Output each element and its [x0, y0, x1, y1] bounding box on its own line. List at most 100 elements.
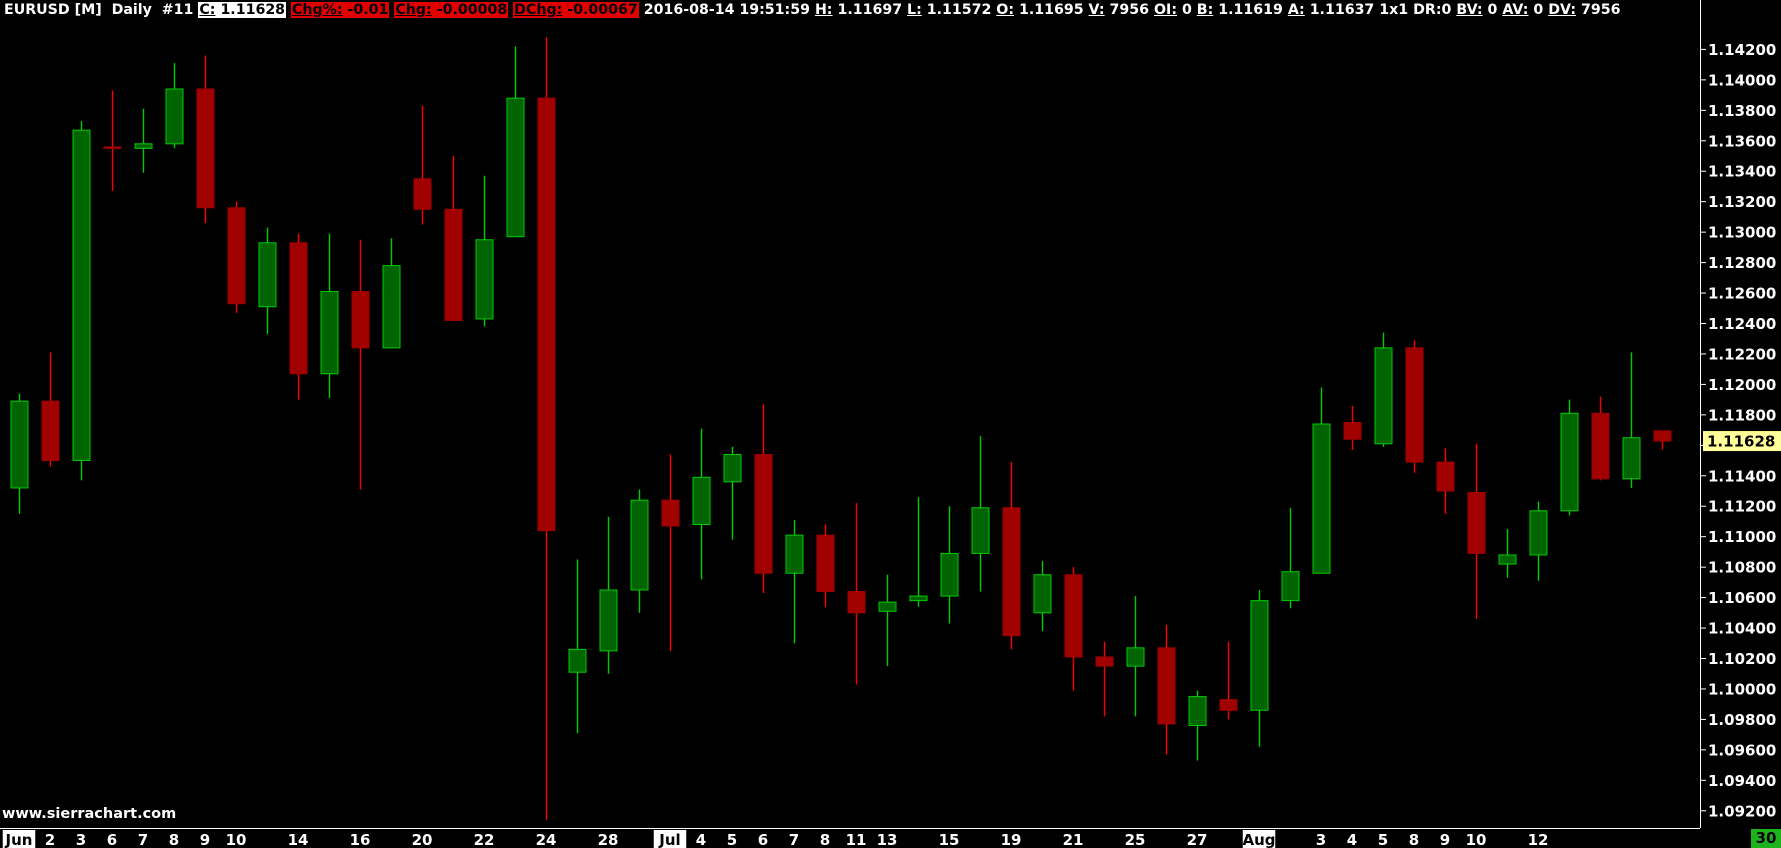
symbol-label[interactable]: EURUSD [M] — [4, 2, 102, 18]
last-price-label: 1.11628 — [1707, 433, 1775, 451]
time-tick-label: 20 — [412, 831, 433, 848]
candle-body — [940, 552, 959, 597]
time-tick-label: 19 — [1001, 831, 1022, 848]
candle — [1374, 332, 1393, 447]
candle-body — [134, 143, 153, 149]
candle-body — [1188, 696, 1207, 726]
candle-body — [1281, 571, 1300, 602]
price-tick-label: 1.14000 — [1708, 71, 1776, 89]
open-field: O: 1.11695 — [996, 2, 1084, 18]
candle — [1591, 396, 1610, 481]
candle — [196, 55, 215, 223]
time-tick-label: 9 — [200, 831, 210, 848]
time-tick-label: 4 — [696, 831, 706, 848]
candle-body — [785, 534, 804, 574]
size-label: 1x1 — [1379, 2, 1409, 18]
price-chart[interactable]: 1.14200 1.14000 1.13800 1.13600 1.13400 1.132… — [0, 0, 1781, 848]
price-tick-label: 1.09200 — [1708, 802, 1776, 820]
candle — [878, 574, 897, 667]
candle — [72, 120, 91, 481]
price-tick-label: 1.10400 — [1708, 620, 1776, 638]
time-tick-label: 5 — [727, 831, 737, 848]
candle — [599, 516, 618, 674]
candle — [537, 37, 556, 820]
dchg-field: DChg: -0.00067 — [513, 2, 639, 18]
time-tick-label: 5 — [1378, 831, 1388, 848]
candle — [382, 238, 401, 349]
price-tick-label: 1.09600 — [1708, 741, 1776, 759]
candle — [723, 446, 742, 540]
candle — [847, 503, 866, 685]
candle — [227, 201, 246, 313]
candle-body — [382, 265, 401, 349]
candle — [475, 175, 494, 327]
candle-body — [568, 648, 587, 673]
candle-body — [1002, 507, 1021, 637]
candle-body — [1064, 574, 1083, 658]
candle-body — [1343, 421, 1362, 440]
candle — [909, 497, 928, 607]
candle — [1622, 352, 1641, 488]
timeframe-label[interactable]: Daily — [112, 2, 152, 18]
candle-body — [165, 88, 184, 145]
candle-body — [444, 208, 463, 321]
candle-body — [506, 97, 525, 238]
bv-field: BV: 0 — [1456, 2, 1498, 18]
time-tick-label: 28 — [598, 831, 619, 848]
time-tick-label: 6 — [758, 831, 768, 848]
candle — [10, 393, 29, 514]
time-tick-label: 9 — [1440, 831, 1450, 848]
time-tick-label: 8 — [820, 831, 830, 848]
ask-field: A: 1.11637 — [1287, 2, 1375, 18]
dv-field: DV: 7956 — [1548, 2, 1621, 18]
candle — [41, 352, 60, 467]
candle — [1436, 448, 1455, 514]
candle — [1653, 430, 1672, 450]
candle — [661, 454, 680, 651]
close-field: C: 1.11628 — [198, 2, 287, 18]
chart-number: #11 — [161, 2, 194, 18]
candle-body — [196, 88, 215, 209]
price-tick-label: 1.10000 — [1708, 680, 1776, 698]
candle-body — [475, 239, 494, 320]
candle — [1157, 625, 1176, 755]
candle-body — [1591, 412, 1610, 480]
oi-field: OI: 0 — [1153, 2, 1192, 18]
price-tick-label: 1.10600 — [1708, 589, 1776, 607]
candle — [506, 46, 525, 238]
price-tick-label: 1.13600 — [1708, 132, 1776, 150]
price-tick-label: 1.11800 — [1708, 406, 1776, 424]
candle — [413, 105, 432, 225]
candle — [1529, 501, 1548, 581]
bid-field: B: 1.11619 — [1196, 2, 1283, 18]
high-field: H: 1.11697 — [814, 2, 903, 18]
corner-indicator: 30 — [1751, 829, 1781, 848]
candle-body — [289, 242, 308, 375]
candle-body — [1157, 647, 1176, 725]
time-tick-label: 13 — [877, 831, 898, 848]
chg-pct-field: Chg%: -0.01 — [291, 2, 390, 18]
time-tick-label: 25 — [1125, 831, 1146, 848]
price-tick-label: 1.12200 — [1708, 345, 1776, 363]
candle — [1188, 690, 1207, 761]
time-tick-label: 21 — [1063, 831, 1084, 848]
candle-body — [227, 207, 246, 305]
candle — [1281, 507, 1300, 609]
chart-header: EURUSD [M] Daily #11 C: 1.11628 Chg%: -0… — [0, 0, 1704, 20]
candle-body — [847, 591, 866, 614]
candle-body — [1374, 347, 1393, 445]
candle-body — [351, 291, 370, 349]
candle — [351, 239, 370, 490]
chg-field: Chg: -0.00008 — [394, 2, 509, 18]
price-tick-label: 1.13800 — [1708, 102, 1776, 120]
candle — [320, 233, 339, 399]
time-tick-label: 7 — [138, 831, 148, 848]
candle — [1002, 462, 1021, 650]
candle — [940, 506, 959, 624]
time-tick-label: 24 — [536, 831, 557, 848]
price-tick-label: 1.09800 — [1708, 711, 1776, 729]
candle — [258, 227, 277, 335]
candle-body — [41, 400, 60, 462]
av-field: AV: 0 — [1502, 2, 1544, 18]
candle — [1095, 641, 1114, 717]
